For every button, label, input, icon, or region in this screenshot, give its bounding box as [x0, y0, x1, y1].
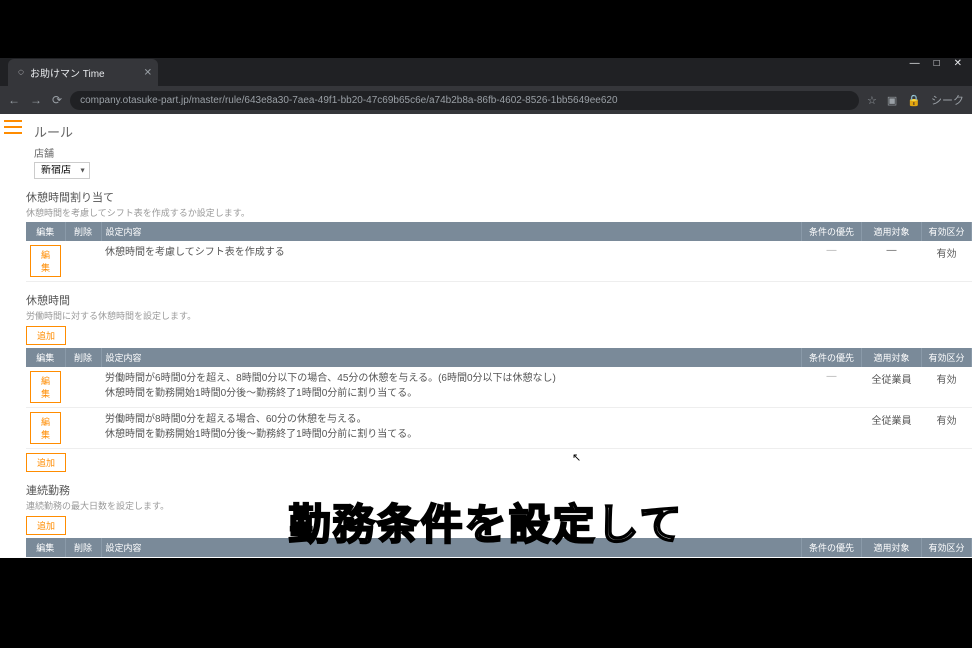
caption-overlay: 勤務条件を設定して	[289, 491, 684, 552]
add-button[interactable]: 追加	[26, 326, 66, 345]
secure-text: シーク	[931, 92, 964, 108]
rules-table: 編集削除設定内容条件の優先適用対象有効区分編集労働時間が6時間0分を超え、8時間…	[26, 348, 972, 449]
add-button[interactable]: 追加	[26, 453, 66, 472]
mouse-cursor-icon: ↖	[572, 451, 581, 464]
valid-cell: 有効	[922, 367, 972, 408]
col-cond: 条件の優先	[802, 222, 862, 241]
valid-cell: 有効	[922, 557, 972, 558]
forward-icon[interactable]: →	[30, 93, 42, 107]
col-valid: 有効区分	[922, 222, 972, 241]
lock-icon: 🔒	[907, 94, 921, 107]
target-cell: 全従業員	[862, 557, 922, 558]
section-description: 労働時間に対する休憩時間を設定します。	[26, 309, 972, 322]
valid-cell: 有効	[922, 241, 972, 282]
setting-cell: 労働時間が8時間0分を超える場合、60分の休憩を与える。休憩時間を勤務開始1時間…	[101, 408, 801, 449]
col-target: 適用対象	[862, 348, 922, 367]
table-row: 編集 労働時間が8時間0分を超える場合、60分の休憩を与える。休憩時間を勤務開始1…	[26, 408, 972, 449]
window-maximize[interactable]: □	[934, 58, 940, 69]
edit-button[interactable]: 編集	[30, 245, 61, 277]
edit-button[interactable]: 編集	[30, 371, 61, 403]
window-minimize[interactable]: —	[910, 58, 920, 69]
col-setting: 設定内容	[101, 222, 801, 241]
section-title: 休憩時間割り当て	[26, 189, 972, 205]
col-target: 適用対象	[862, 538, 922, 557]
edit-button[interactable]: 編集	[30, 412, 61, 444]
cond-cell	[802, 408, 862, 449]
target-cell: 全従業員	[862, 367, 922, 408]
table-row: 編集5日勤務したら、1日休みを割り当てる—全従業員有効	[26, 557, 972, 558]
table-row: 編集 労働時間が6時間0分を超え、8時間0分以下の場合、45分の休憩を与える。(6…	[26, 367, 972, 408]
col-valid: 有効区分	[922, 348, 972, 367]
target-cell: 全従業員	[862, 408, 922, 449]
cond-cell: —	[802, 557, 862, 558]
add-button[interactable]: 追加	[26, 516, 66, 535]
back-icon[interactable]: ←	[8, 93, 20, 107]
setting-cell: 休憩時間を考慮してシフト表を作成する	[101, 241, 801, 282]
browser-tab[interactable]: ◌ お助けマン Time ✕	[8, 59, 158, 86]
col-valid: 有効区分	[922, 538, 972, 557]
url-field[interactable]: company.otasuke-part.jp/master/rule/643e…	[70, 91, 859, 110]
reload-icon[interactable]: ⟳	[52, 93, 62, 107]
col-setting: 設定内容	[101, 348, 801, 367]
store-label: 店舗	[34, 145, 972, 160]
col-delete: 削除	[65, 222, 101, 241]
cond-cell: —	[802, 367, 862, 408]
target-cell: —	[862, 241, 922, 282]
section-description: 休憩時間を考慮してシフト表を作成するか設定します。	[26, 206, 972, 219]
hamburger-icon[interactable]	[4, 120, 22, 134]
col-edit: 編集	[26, 348, 65, 367]
page-title: ルール	[34, 122, 972, 141]
rule-section: 休憩時間割り当て休憩時間を考慮してシフト表を作成するか設定します。編集削除設定内…	[26, 189, 972, 282]
store-select[interactable]: 新宿店	[34, 162, 90, 179]
setting-cell: 労働時間が6時間0分を超え、8時間0分以下の場合、45分の休憩を与える。(6時間…	[101, 367, 801, 408]
section-title: 休憩時間	[26, 292, 972, 308]
valid-cell: 有効	[922, 408, 972, 449]
col-edit: 編集	[26, 222, 65, 241]
star-icon[interactable]: ☆	[867, 94, 877, 107]
col-target: 適用対象	[862, 222, 922, 241]
col-cond: 条件の優先	[802, 538, 862, 557]
setting-cell: 5日勤務したら、1日休みを割り当てる	[101, 557, 801, 558]
tab-favicon: ◌	[18, 67, 24, 78]
tab-bar: ◌ お助けマン Time ✕	[0, 58, 972, 86]
col-edit: 編集	[26, 538, 65, 557]
address-bar: ← → ⟳ company.otasuke-part.jp/master/rul…	[0, 86, 972, 114]
rules-table: 編集削除設定内容条件の優先適用対象有効区分編集休憩時間を考慮してシフト表を作成す…	[26, 222, 972, 282]
tab-title: お助けマン Time	[30, 65, 105, 80]
table-row: 編集休憩時間を考慮してシフト表を作成する——有効	[26, 241, 972, 282]
window-close[interactable]: ✕	[954, 58, 962, 69]
cond-cell: —	[802, 241, 862, 282]
col-delete: 削除	[65, 538, 101, 557]
close-icon[interactable]: ✕	[144, 67, 152, 78]
col-delete: 削除	[65, 348, 101, 367]
extension-icon[interactable]: ▣	[887, 94, 897, 107]
rule-section: 休憩時間労働時間に対する休憩時間を設定します。追加編集削除設定内容条件の優先適用…	[26, 292, 972, 472]
col-cond: 条件の優先	[802, 348, 862, 367]
